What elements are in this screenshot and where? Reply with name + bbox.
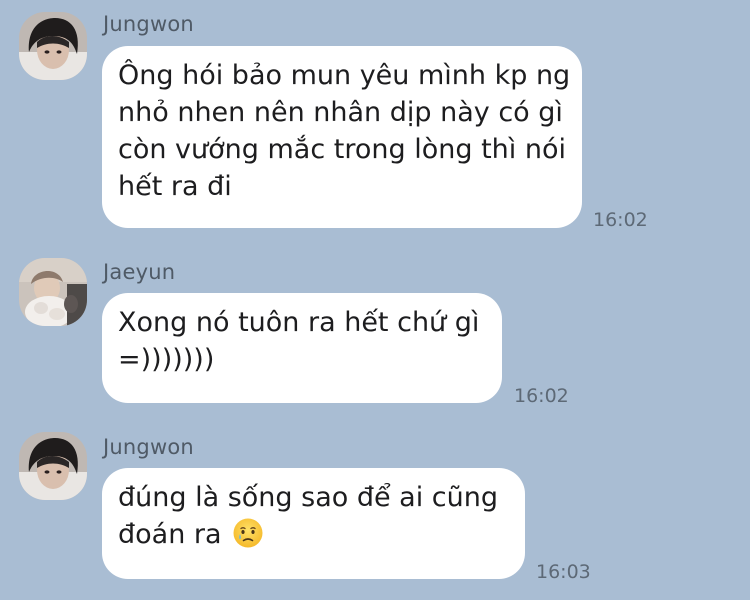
message-text-fragment: đoán ra <box>118 519 222 550</box>
chat-area[interactable]: Jungwon Ông hói bảo mun yêu mình kp ng n… <box>0 0 750 600</box>
timestamp: 16:03 <box>536 561 591 583</box>
avatar-jungwon[interactable] <box>19 12 87 80</box>
crying-face-emoji <box>232 517 264 559</box>
message-bubble[interactable]: đúng là sống sao để ai cũng đoán ra <box>102 468 525 579</box>
timestamp: 16:02 <box>593 209 648 231</box>
message-text-line-with-emoji: đoán ra <box>118 516 507 559</box>
message-text-line: hết ra đi <box>118 171 232 202</box>
sender-name: Jungwon <box>103 435 194 459</box>
sender-name: Jaeyun <box>103 260 176 284</box>
timestamp: 16:02 <box>514 385 569 407</box>
sender-name: Jungwon <box>103 12 194 36</box>
message-text-line: đúng là sống sao để ai cũng <box>118 482 499 513</box>
message-text-line: =))))))) <box>118 344 215 375</box>
avatar-jungwon[interactable] <box>19 432 87 500</box>
message-bubble[interactable]: Xong nó tuôn ra hết chứ gì =))))))) <box>102 293 502 403</box>
message-text-line: Ông hói bảo mun yêu mình kp ng <box>118 60 571 91</box>
message-text-line: nhỏ nhen nên nhân dịp này có gì <box>118 97 563 128</box>
message-bubble[interactable]: Ông hói bảo mun yêu mình kp ng nhỏ nhen … <box>102 46 582 228</box>
avatar-jaeyun[interactable] <box>19 258 87 326</box>
message-text-line: còn vướng mắc trong lòng thì nói <box>118 134 566 165</box>
message-text-line: Xong nó tuôn ra hết chứ gì <box>118 307 480 338</box>
